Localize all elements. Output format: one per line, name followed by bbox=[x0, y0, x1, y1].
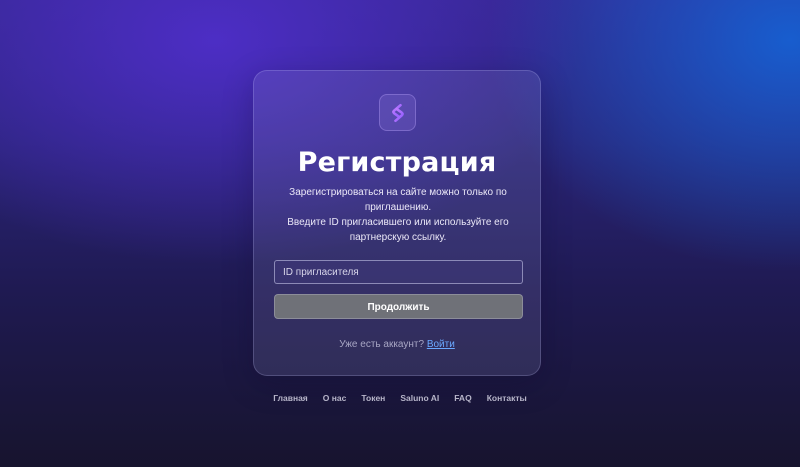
description-line-invitation: Зарегистрироваться на сайте можно только… bbox=[289, 187, 507, 213]
footer-link-token[interactable]: Токен bbox=[361, 393, 385, 403]
page: Регистрация Зарегистрироваться на сайте … bbox=[0, 0, 800, 467]
footer-nav: Главная О нас Токен Saluno AI FAQ Контак… bbox=[0, 393, 800, 403]
page-title: Регистрация bbox=[297, 147, 497, 178]
referrer-id-input[interactable] bbox=[274, 260, 523, 284]
continue-button[interactable]: Продолжить bbox=[274, 294, 523, 319]
login-link[interactable]: Войти bbox=[427, 339, 455, 350]
footer-link-home[interactable]: Главная bbox=[273, 393, 308, 403]
registration-card: Регистрация Зарегистрироваться на сайте … bbox=[253, 70, 541, 376]
logo bbox=[379, 94, 416, 131]
description-line-referral: Введите ID пригласившего или используйте… bbox=[287, 217, 509, 243]
footer-link-saluno-ai[interactable]: Saluno AI bbox=[400, 393, 439, 403]
saluno-s-logo-icon bbox=[391, 103, 404, 122]
footer-link-about[interactable]: О нас bbox=[323, 393, 347, 403]
footer-link-contacts[interactable]: Контакты bbox=[487, 393, 527, 403]
login-prompt: Уже есть аккаунт? Войти bbox=[254, 339, 540, 350]
registration-description: Зарегистрироваться на сайте можно только… bbox=[274, 185, 522, 245]
footer-link-faq[interactable]: FAQ bbox=[454, 393, 471, 403]
have-account-text: Уже есть аккаунт? bbox=[339, 339, 425, 350]
